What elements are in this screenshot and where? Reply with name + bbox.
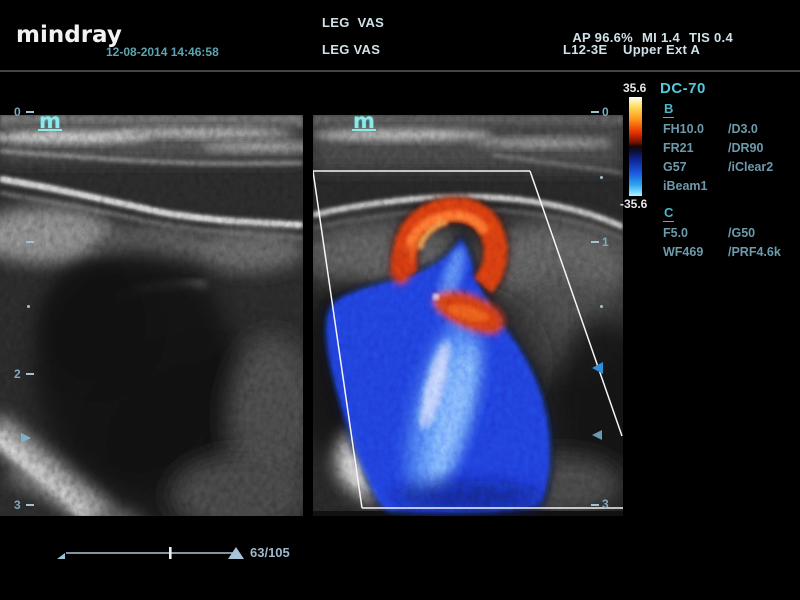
- probe-label: L12-3E: [563, 42, 607, 57]
- ruler-tick: [26, 111, 34, 113]
- param-right: /G50: [728, 226, 755, 240]
- param-right: /iClear2: [728, 160, 773, 174]
- b-mode-section-label: B: [663, 101, 674, 118]
- depth-label: 0: [14, 106, 21, 118]
- ruler-dot: [600, 305, 603, 308]
- depth-label: 3: [602, 498, 609, 510]
- depth-label: 2: [14, 368, 21, 380]
- ruler-tick: [26, 241, 34, 243]
- b-mode-texture: [0, 115, 303, 516]
- steer-marker-icon: [592, 362, 603, 374]
- header-divider: [0, 70, 800, 72]
- param-left: WF469: [663, 245, 703, 259]
- ruler-tick: [26, 373, 34, 375]
- preset-label: Upper Ext A: [623, 42, 700, 57]
- param-row: FH10.0 /D3.0: [663, 122, 795, 136]
- param-left: FR21: [663, 141, 694, 155]
- b-mode-image[interactable]: [0, 115, 303, 516]
- orientation-marker-right: m: [352, 114, 376, 131]
- param-right: /D3.0: [728, 122, 758, 136]
- acoustic-output-readout: AP 96.6%MI 1.4TIS 0.4: [565, 15, 742, 45]
- exam-type-line1: LEG VAS: [322, 15, 384, 30]
- focus-marker-icon: [21, 433, 31, 443]
- param-left: F5.0: [663, 226, 688, 240]
- ruler-dot: [27, 305, 30, 308]
- ultrasound-screen: { "header": { "logo": "mindray", "dateti…: [0, 0, 800, 600]
- ruler-tick: [26, 504, 34, 506]
- param-row: FR21 /DR90: [663, 141, 795, 155]
- color-scale-max: 35.6: [623, 81, 646, 95]
- param-right: /DR90: [728, 141, 763, 155]
- cine-position-handle[interactable]: [169, 547, 172, 559]
- ruler-tick: [591, 241, 599, 243]
- color-doppler-image[interactable]: [313, 115, 623, 516]
- orientation-marker-left: m: [38, 114, 62, 131]
- focus-marker-icon: [592, 430, 602, 440]
- param-row: F5.0 /G50: [663, 226, 795, 240]
- frame-counter: 63/105: [250, 545, 290, 560]
- param-row: WF469 /PRF4.6k: [663, 245, 795, 259]
- datetime-label: 12-08-2014 14:46:58: [106, 45, 219, 59]
- cine-start-marker: [57, 553, 65, 559]
- c-mode-section-label: C: [663, 205, 674, 222]
- depth-label: 0: [602, 106, 609, 118]
- param-row: iBeam1: [663, 179, 795, 193]
- color-scale-min: -35.6: [620, 197, 647, 211]
- param-left: iBeam1: [663, 179, 707, 193]
- ruler-tick: [591, 111, 599, 113]
- exam-type-line2: LEG VAS: [322, 42, 380, 57]
- ruler-tick: [591, 504, 599, 506]
- color-scale-bar: [629, 97, 642, 196]
- param-left: FH10.0: [663, 122, 704, 136]
- ruler-dot: [600, 176, 603, 179]
- param-row: G57 /iClear2: [663, 160, 795, 174]
- depth-label: 3: [14, 499, 21, 511]
- param-left: G57: [663, 160, 687, 174]
- depth-label: 1: [602, 236, 609, 248]
- param-right: /PRF4.6k: [728, 245, 781, 259]
- machine-model-label: DC-70: [660, 80, 706, 97]
